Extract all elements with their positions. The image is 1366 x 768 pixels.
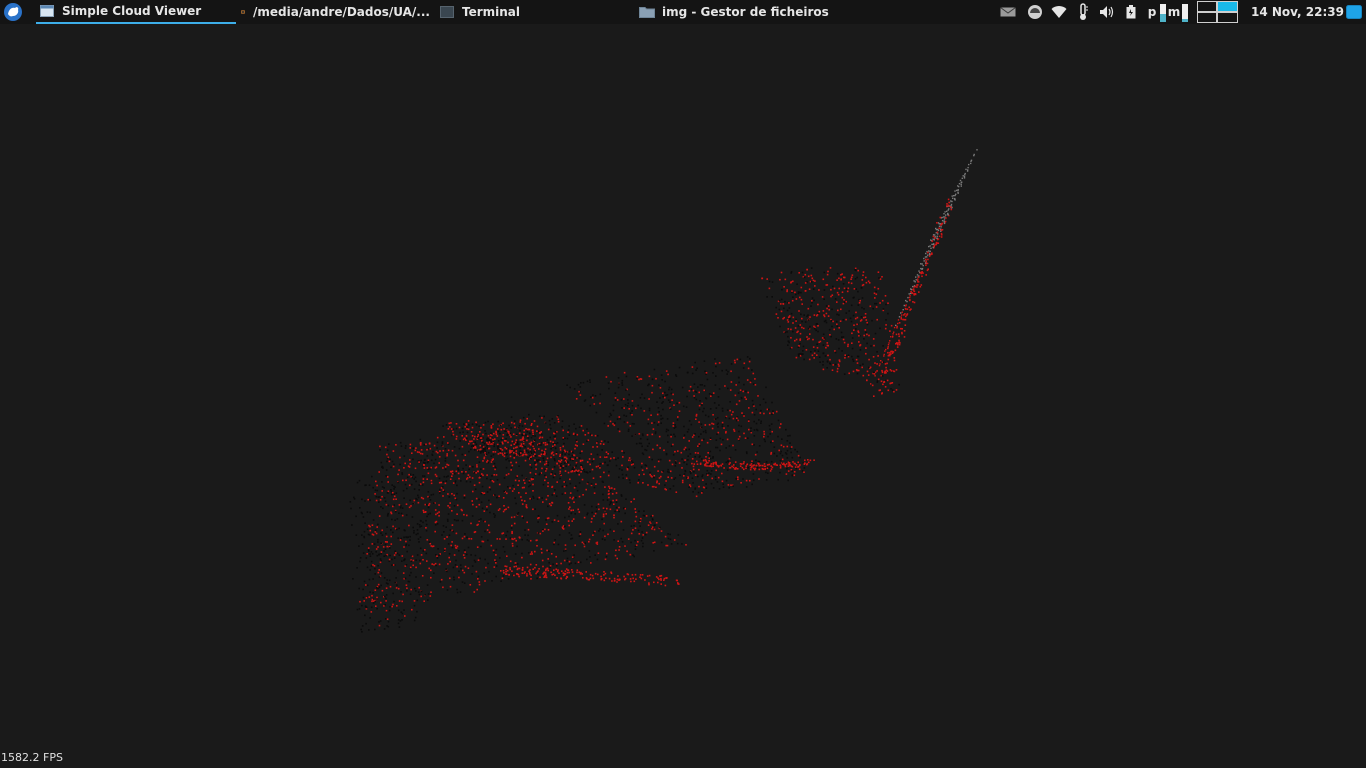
task-file-manager[interactable]: img - Gestor de ficheiros [638, 0, 838, 24]
volume-icon[interactable] [1095, 5, 1119, 19]
workspace-switcher[interactable] [1197, 1, 1239, 23]
clock[interactable]: 14 Nov, 22:39 [1251, 0, 1344, 24]
cpu-graph [1159, 2, 1167, 22]
task-label: Terminal [462, 5, 521, 19]
fps-counter: 1582.2 FPS [1, 751, 63, 764]
layout-indicator[interactable]: m [1167, 5, 1181, 19]
wifi-icon[interactable] [1047, 5, 1071, 19]
layout-indicator-label: m [1167, 5, 1181, 19]
terminal-icon [440, 6, 454, 18]
whisker-menu-button[interactable] [3, 2, 23, 22]
battery-icon[interactable] [1119, 5, 1143, 19]
system-tray: p m [999, 0, 1189, 24]
update-notifier-icon[interactable] [1023, 4, 1047, 20]
task-simple-cloud-viewer[interactable]: Simple Cloud Viewer [36, 0, 236, 24]
xfce-logo-icon [4, 3, 22, 21]
task-label: Simple Cloud Viewer [62, 4, 202, 18]
point-cloud [349, 149, 978, 633]
temperature-icon[interactable] [1071, 3, 1095, 21]
task-label: /media/andre/Dados/UA/... [252, 5, 430, 19]
task-label: img - Gestor de ficheiros [662, 5, 829, 19]
top-panel: Simple Cloud Viewer /media/andre/Dados/U… [0, 0, 1366, 24]
show-desktop-icon[interactable] [1346, 5, 1362, 19]
folder-icon [639, 7, 655, 18]
memory-graph [1181, 2, 1189, 22]
window-icon [40, 5, 54, 17]
point-cloud-viewport[interactable] [0, 24, 1366, 768]
text-editor-icon [241, 10, 245, 14]
task-terminal[interactable]: Terminal [438, 0, 628, 24]
mail-icon[interactable] [999, 6, 1017, 18]
keyboard-indicator[interactable]: p [1145, 5, 1159, 19]
task-media-folder[interactable]: /media/andre/Dados/UA/... [238, 0, 430, 24]
keyboard-indicator-label: p [1147, 5, 1157, 19]
